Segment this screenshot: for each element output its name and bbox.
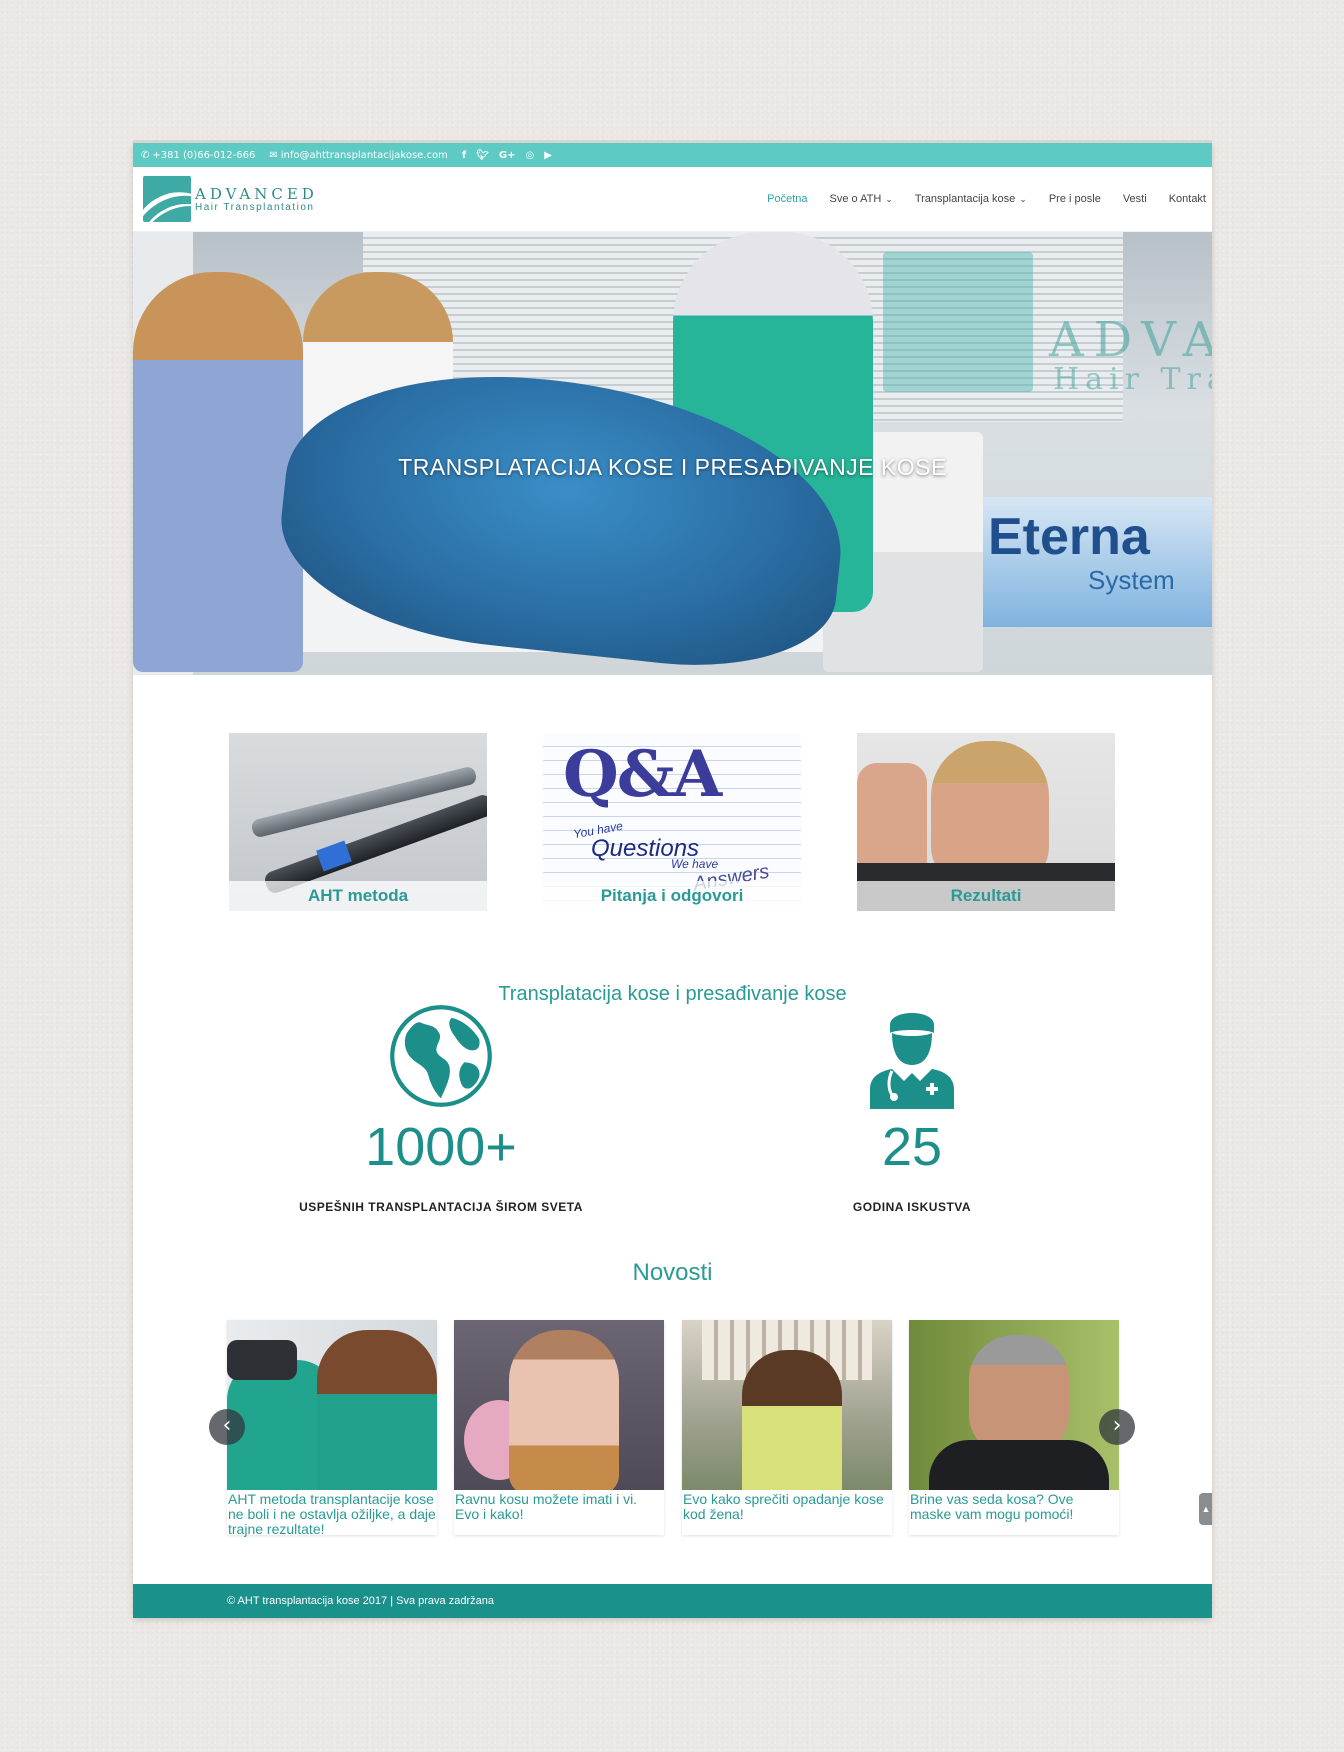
- qa-art-title: Q&A: [563, 737, 722, 812]
- card-label: AHT metoda: [229, 881, 487, 911]
- top-bar: ✆ +381 (0)66-012-666 ✉ info@ahttransplan…: [133, 143, 1212, 167]
- carousel-next-button[interactable]: ›: [1099, 1409, 1135, 1445]
- news-title[interactable]: Brine vas seda kosa? Ove maske vam mogu …: [909, 1490, 1119, 1522]
- chevron-down-icon: ⌄: [885, 194, 893, 204]
- instagram-icon[interactable]: ◎: [526, 150, 535, 161]
- logo-mark-icon: [143, 176, 191, 222]
- phone-contact[interactable]: ✆ +381 (0)66-012-666: [141, 150, 255, 161]
- footer-copyright: © AHT transplantacija kose 2017 | Sva pr…: [227, 1595, 494, 1607]
- card-aht-metoda[interactable]: AHT metoda: [229, 733, 487, 911]
- news-image: [454, 1320, 664, 1490]
- hero-banner: ADVA Hair Trans Eterna System TRANSPLATA…: [133, 232, 1212, 675]
- site-footer: © AHT transplantacija kose 2017 | Sva pr…: [133, 1584, 1212, 1618]
- hero-bg-logo-subtext: Hair Trans: [1053, 362, 1212, 397]
- phone-icon: ✆: [141, 149, 150, 161]
- stat-number: 1000+: [365, 1117, 517, 1177]
- google-plus-icon[interactable]: G+: [499, 150, 516, 161]
- facebook-icon[interactable]: f: [462, 150, 466, 161]
- banner-subtitle: System: [1088, 565, 1175, 595]
- news-title[interactable]: AHT metoda transplantacije kose ne boli …: [227, 1490, 437, 1537]
- youtube-icon[interactable]: ▶: [544, 150, 552, 161]
- nav-item-vesti[interactable]: Vesti: [1123, 193, 1147, 205]
- logo-line2: Hair Transplantation: [195, 202, 315, 213]
- social-links: f 🐦︎ G+ ◎ ▶: [462, 150, 552, 161]
- doctor-icon: [870, 1013, 954, 1109]
- chevron-up-icon: ▲: [1201, 1504, 1211, 1514]
- website-page: ✆ +381 (0)66-012-666 ✉ info@ahttransplan…: [133, 143, 1212, 1618]
- chevron-right-icon: ›: [1112, 1413, 1122, 1438]
- nav-item-pocetna[interactable]: Početna: [767, 193, 807, 205]
- card-rezultati[interactable]: Rezultati: [857, 733, 1115, 911]
- stat-transplants: 1000+ USPEŠNIH TRANSPLANTACIJA ŠIROM SVE…: [291, 1003, 591, 1214]
- news-image: [682, 1320, 892, 1490]
- site-header: ADVANCED Hair Transplantation Početna Sv…: [133, 167, 1212, 232]
- hero-title: TRANSPLATACIJA KOSE I PRESAĐIVANJE KOSE: [398, 454, 947, 480]
- stat-number: 25: [881, 1117, 943, 1177]
- carousel-prev-button[interactable]: ‹: [209, 1409, 245, 1445]
- card-label: Rezultati: [857, 881, 1115, 911]
- news-image: [909, 1320, 1119, 1490]
- nav-item-label: Sve o ATH: [829, 193, 882, 205]
- news-item[interactable]: Brine vas seda kosa? Ove maske vam mogu …: [909, 1320, 1119, 1535]
- hero-bg-logo-text: ADVA: [1049, 312, 1212, 368]
- card-pitanja-i-odgovori[interactable]: Q&A You have Questions We have Answers P…: [543, 733, 801, 911]
- nav-item-transplantacija[interactable]: Transplantacija kose ⌄: [915, 193, 1027, 205]
- news-image: [227, 1320, 437, 1490]
- stat-caption: USPEŠNIH TRANSPLANTACIJA ŠIROM SVETA: [299, 1200, 583, 1214]
- news-item[interactable]: Evo kako sprečiti opadanje kose kod žena…: [682, 1320, 892, 1535]
- scroll-to-top-button[interactable]: ▲: [1199, 1493, 1212, 1525]
- envelope-icon: ✉: [269, 149, 278, 161]
- nav-item-pre-i-posle[interactable]: Pre i posle: [1049, 193, 1101, 205]
- nav-item-kontakt[interactable]: Kontakt: [1169, 193, 1206, 205]
- nav-item-sve-o-ath[interactable]: Sve o ATH ⌄: [830, 193, 893, 205]
- email-address[interactable]: info@ahttransplantacijakose.com: [281, 150, 448, 161]
- news-heading: Novosti: [632, 1259, 713, 1286]
- hero-bg-logo: [883, 252, 1033, 392]
- logo-line1: ADVANCED: [195, 185, 318, 203]
- news-item[interactable]: Ravnu kosu možete imati i vi. Evo i kako…: [454, 1320, 664, 1535]
- card-label: Pitanja i odgovori: [543, 881, 801, 911]
- qa-art-text: We have: [671, 857, 719, 871]
- email-contact[interactable]: ✉ info@ahttransplantacijakose.com: [269, 150, 448, 161]
- news-title[interactable]: Ravnu kosu možete imati i vi. Evo i kako…: [454, 1490, 664, 1522]
- globe-icon: [390, 1005, 492, 1107]
- news-item[interactable]: AHT metoda transplantacije kose ne boli …: [227, 1320, 437, 1537]
- twitter-icon[interactable]: 🐦︎: [476, 150, 489, 161]
- site-logo[interactable]: ADVANCED Hair Transplantation: [143, 176, 318, 222]
- phone-number[interactable]: +381 (0)66-012-666: [152, 150, 255, 161]
- stat-experience: 25 GODINA ISKUSTVA: [762, 1003, 1062, 1214]
- logo-text: ADVANCED Hair Transplantation: [195, 185, 318, 213]
- nav-item-label: Transplantacija kose: [914, 193, 1016, 205]
- news-title[interactable]: Evo kako sprečiti opadanje kose kod žena…: [682, 1490, 892, 1522]
- main-nav: Početna Sve o ATH ⌄ Transplantacija kose ⌄…: [767, 193, 1206, 205]
- chevron-left-icon: ‹: [222, 1413, 232, 1438]
- chevron-down-icon: ⌄: [1019, 194, 1027, 204]
- stat-caption: GODINA ISKUSTVA: [852, 1200, 972, 1214]
- banner-title: Eterna: [988, 508, 1150, 566]
